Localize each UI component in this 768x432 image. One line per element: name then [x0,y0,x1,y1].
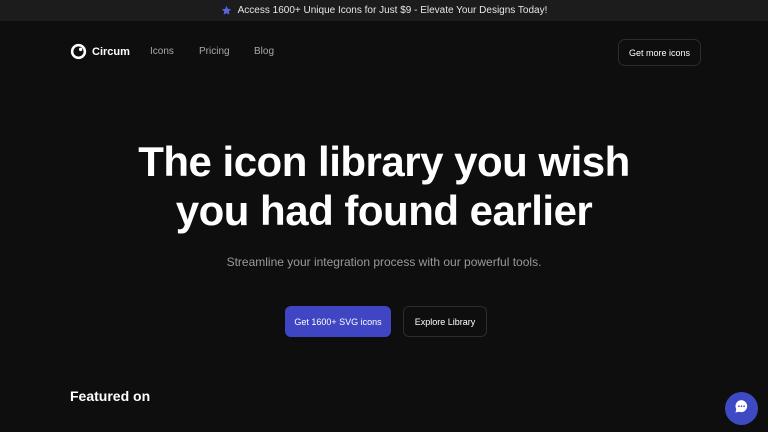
hero-subtitle: Streamline your integration process with… [226,255,542,269]
hero-title: The icon library you wish you had found … [0,137,768,235]
star-icon [221,5,232,16]
chat-launcher-button[interactable] [725,392,758,425]
hero-title-line-1: The icon library you wish [138,138,630,185]
nav-link-blog[interactable]: Blog [254,46,274,57]
announcement-bar[interactable]: Access 1600+ Unique Icons for Just $9 - … [0,0,768,21]
nav-link-icons[interactable]: Icons [150,46,174,57]
circum-logo-icon [70,43,87,60]
get-svg-icons-button[interactable]: Get 1600+ SVG icons [285,306,391,337]
featured-on-heading: Featured on [70,388,151,404]
chat-bubble-icon [733,398,750,420]
hero-title-line-2: you had found earlier [175,187,593,234]
explore-library-button[interactable]: Explore Library [403,306,487,337]
announcement-text: Access 1600+ Unique Icons for Just $9 - … [237,5,548,16]
nav-link-pricing[interactable]: Pricing [199,46,230,57]
top-navigation: Circum Icons Pricing Blog Get more icons [0,21,768,83]
logo[interactable]: Circum [70,43,130,60]
logo-text: Circum [92,45,130,58]
get-more-icons-button[interactable]: Get more icons [618,39,701,66]
